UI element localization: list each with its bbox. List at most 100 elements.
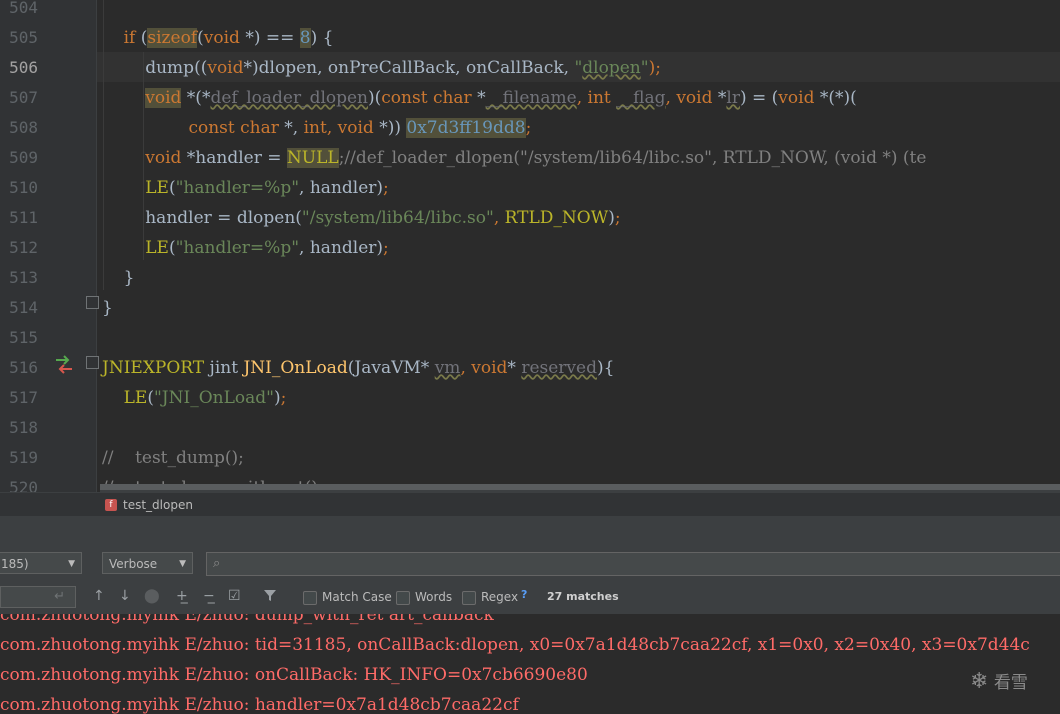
code-line[interactable]: void *handler = NULL;//def_loader_dlopen… — [102, 143, 926, 173]
code-token: 8 — [299, 28, 311, 48]
code-line[interactable]: dump((void*)dlopen, onPreCallBack, onCal… — [102, 53, 661, 83]
logcat-search-input[interactable] — [231, 555, 1055, 575]
code-token: ( — [168, 238, 176, 258]
code-token: ; — [383, 178, 389, 198]
regex-label[interactable]: Regex — [481, 590, 518, 604]
code-token: void — [145, 148, 182, 168]
code-token: ); — [648, 58, 661, 78]
dropdown-arrow-icon: ▼ — [179, 559, 186, 569]
watermark-text: 看雪 — [993, 673, 1028, 693]
code-token: , — [576, 88, 588, 108]
line-number: 510 — [9, 178, 38, 197]
code-line[interactable]: if (sizeof(void *) == 8) { — [102, 23, 333, 53]
code-token: ( — [168, 178, 176, 198]
code-token: "JNI_OnLoad" — [153, 388, 274, 408]
words-checkbox[interactable] — [396, 591, 410, 605]
regex-checkbox[interactable] — [462, 591, 476, 605]
code-line[interactable]: } — [102, 263, 135, 293]
log-line[interactable]: com.zhuotong.myihk E/zhuo: tid=31185, on… — [0, 630, 1030, 660]
code-token: lr — [726, 88, 740, 108]
code-token: int — [303, 118, 327, 138]
breadcrumb-function[interactable]: test_dlopen — [123, 498, 193, 512]
select-all-occurrences-icon[interactable]: ☑ — [228, 588, 241, 604]
code-token: , — [460, 358, 472, 378]
log-line[interactable]: com.zhuotong.myihk E/zhuo: handler=0x7a1… — [0, 690, 519, 714]
fold-marker-icon[interactable] — [86, 356, 99, 369]
remove-occurrence-icon[interactable]: −̲ — [203, 588, 215, 604]
add-occurrence-icon[interactable]: +̲ — [176, 588, 188, 604]
code-line[interactable]: LE("handler=%p", handler); — [102, 173, 389, 203]
code-token: ;//def_loader_dlopen("/system/lib64/libc… — [338, 148, 927, 168]
match-count: 27 matches — [547, 590, 619, 603]
code-token: ) = ( — [739, 88, 779, 108]
code-token: RTLD_NOW — [504, 208, 609, 228]
code-line[interactable]: JNIEXPORT jint JNI_OnLoad(JavaVM* vm, vo… — [102, 353, 614, 383]
code-token: if — [102, 28, 141, 48]
words-label[interactable]: Words — [415, 590, 452, 604]
code-token: def_loader_dlopen — [210, 88, 369, 108]
code-token: , handler) — [299, 178, 384, 198]
code-token: )( — [368, 88, 382, 108]
match-case-label[interactable]: Match Case — [322, 590, 392, 604]
code-token: dump(( — [102, 58, 208, 78]
code-token: ; — [383, 238, 389, 258]
code-line[interactable]: } — [102, 293, 113, 323]
code-line[interactable]: void *(*def_loader_dlopen)(const char *_… — [102, 83, 857, 113]
filter-icon[interactable] — [263, 588, 277, 606]
code-token: "handler=%p" — [175, 238, 300, 258]
code-token: const char — [381, 88, 472, 108]
code-token: // test_dump(); — [102, 448, 244, 468]
log-line[interactable]: com.zhuotong.myihk E/zhuo: onCallBack: H… — [0, 660, 588, 690]
code-token: void — [145, 88, 182, 108]
code-token: *(*)( — [814, 88, 857, 108]
regex-help-icon[interactable]: ? — [521, 588, 527, 601]
line-number: 516 — [9, 358, 38, 377]
logcat-toolbar: 185) ▼ Verbose ▼ ⌕ ↵ ↑ ↓ ⬤ +̲ −̲ ☑ Match… — [0, 546, 1060, 614]
line-number: 506 — [9, 58, 38, 77]
logcat-search-box[interactable]: ⌕ — [206, 552, 1060, 576]
find-input[interactable]: ↵ — [0, 586, 76, 608]
line-number: 517 — [9, 388, 38, 407]
code-line[interactable]: LE("JNI_OnLoad"); — [102, 383, 287, 413]
code-token: ){ — [596, 358, 615, 378]
code-line[interactable]: const char *, int, void *)) 0x7d3ff19dd8… — [102, 113, 531, 143]
code-token: 0x7d3ff19dd8 — [406, 118, 526, 138]
fold-marker-icon[interactable] — [86, 296, 99, 309]
panel-separator — [0, 516, 1060, 546]
scrollbar-thumb[interactable] — [100, 484, 1060, 490]
code-token: ( — [147, 388, 154, 408]
line-number: 505 — [9, 28, 38, 47]
code-token: * — [507, 358, 522, 378]
find-in-path-icon[interactable]: ⬤ — [144, 588, 160, 604]
code-token: const char — [188, 118, 279, 138]
line-number: 519 — [9, 448, 38, 467]
line-number: 518 — [9, 418, 38, 437]
next-occurrence-icon[interactable]: ↓ — [119, 588, 131, 604]
code-token: ) { — [310, 28, 334, 48]
find-bar: ↵ ↑ ↓ ⬤ +̲ −̲ ☑ Match Case Words Regex ?… — [0, 586, 1060, 612]
line-number: 515 — [9, 328, 38, 347]
code-line[interactable]: // test_dump(); — [102, 443, 244, 473]
code-token: "/system/lib64/libc.so" — [301, 208, 494, 228]
code-token: , handler) — [299, 238, 384, 258]
code-token: handler = dlopen( — [102, 208, 302, 228]
override-arrows-icon[interactable] — [54, 354, 74, 376]
previous-occurrence-icon[interactable]: ↑ — [93, 588, 105, 604]
log-line[interactable]: com.zhuotong.myihk E/zhuo: dump_with_ret… — [0, 614, 494, 630]
process-select[interactable]: 185) ▼ — [0, 552, 82, 574]
code-line[interactable]: LE("handler=%p", handler); — [102, 233, 389, 263]
log-level-value: Verbose — [109, 557, 158, 571]
line-number: 507 — [9, 88, 38, 107]
code-token: ; — [525, 118, 532, 138]
code-line[interactable]: handler = dlopen("/system/lib64/libc.so"… — [102, 203, 620, 233]
log-level-select[interactable]: Verbose ▼ — [102, 552, 193, 574]
match-case-checkbox[interactable] — [303, 591, 317, 605]
code-editor[interactable]: 504 505 506 507 508 509 510 511 512 513 514 515 516 5… — [0, 0, 1060, 492]
code-token: (JavaVM* — [347, 358, 435, 378]
logcat-output[interactable]: com.zhuotong.myihk E/zhuo: dump_with_ret… — [0, 614, 1060, 714]
code-token: *handler = — [181, 148, 287, 168]
code-token: *, — [278, 118, 304, 138]
